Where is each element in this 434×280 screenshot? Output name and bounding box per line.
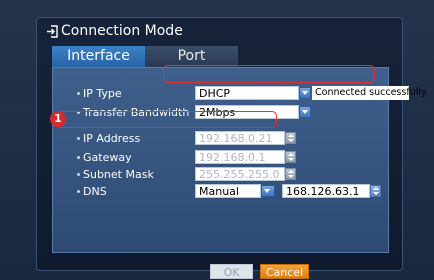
ok-button[interactable]: OK	[210, 264, 253, 279]
dns-server-spinner-icon[interactable]	[370, 185, 381, 197]
subnet-mask-spinner-icon[interactable]	[285, 168, 296, 180]
ip-address-label: IP Address	[83, 132, 141, 145]
subnet-mask-value: 255.255.255.0	[199, 168, 280, 181]
row-ip-address: IP Address 192.168.0.21	[53, 131, 388, 146]
step-number-badge: 1	[50, 111, 66, 127]
ip-address-spinner-icon[interactable]	[285, 132, 296, 144]
dns-server-value: 168.126.63.1	[286, 185, 360, 198]
dns-label: DNS	[83, 185, 107, 198]
dns-mode-value: Manual	[199, 185, 239, 198]
subnet-mask-field[interactable]: 255.255.255.0	[195, 167, 285, 181]
gateway-spinner-icon[interactable]	[285, 151, 296, 163]
tab-port[interactable]: Port	[145, 46, 238, 67]
gateway-value: 192.168.0.1	[199, 151, 266, 164]
dialog-title-bar: Connection Mode	[37, 18, 402, 44]
bullet-icon	[77, 137, 80, 140]
bullet-icon	[77, 92, 80, 95]
tab-interface[interactable]: Interface	[52, 46, 145, 67]
gateway-label: Gateway	[83, 151, 132, 164]
interface-settings-panel: IP Type DHCP Connected successfully. Tra…	[52, 67, 428, 253]
screen-background: Connection Mode Interface Port IP Type D…	[0, 0, 434, 280]
connection-status-value: Connected successfully.	[315, 87, 429, 98]
bullet-icon	[77, 190, 80, 193]
login-arrow-icon	[47, 25, 58, 38]
connection-status-text: Connected successfully.	[312, 86, 428, 100]
dns-server-field[interactable]: 168.126.63.1	[282, 184, 370, 198]
row-subnet-mask: Subnet Mask 255.255.255.0	[53, 167, 388, 182]
ip-address-highlight-outline	[57, 111, 277, 128]
row-ip-type: IP Type DHCP Connected successfully.	[53, 86, 428, 101]
row-dns: DNS Manual 168.126.63.1	[53, 184, 388, 199]
dns-mode-select[interactable]: Manual	[195, 184, 261, 198]
connection-mode-dialog: Connection Mode Interface Port IP Type D…	[36, 17, 428, 279]
dns-mode-dropdown-arrow-icon[interactable]	[261, 185, 275, 197]
transfer-bandwidth-dropdown-arrow-icon[interactable]	[299, 106, 311, 118]
ip-type-dropdown-arrow-icon[interactable]	[299, 87, 311, 99]
ip-type-label: IP Type	[83, 87, 122, 100]
dialog-title: Connection Mode	[61, 23, 183, 39]
bullet-icon	[77, 173, 80, 176]
ip-type-select[interactable]: DHCP	[195, 86, 299, 100]
ip-address-field[interactable]: 192.168.0.21	[195, 131, 285, 145]
gateway-field[interactable]: 192.168.0.1	[195, 150, 285, 164]
ip-type-highlight-outline	[163, 65, 375, 83]
ip-address-value: 192.168.0.21	[199, 132, 273, 145]
row-gateway: Gateway 192.168.0.1	[53, 150, 388, 165]
bullet-icon	[77, 156, 80, 159]
cancel-button[interactable]: Cancel	[260, 264, 309, 279]
ip-type-value: DHCP	[199, 87, 231, 100]
subnet-mask-label: Subnet Mask	[83, 168, 154, 181]
